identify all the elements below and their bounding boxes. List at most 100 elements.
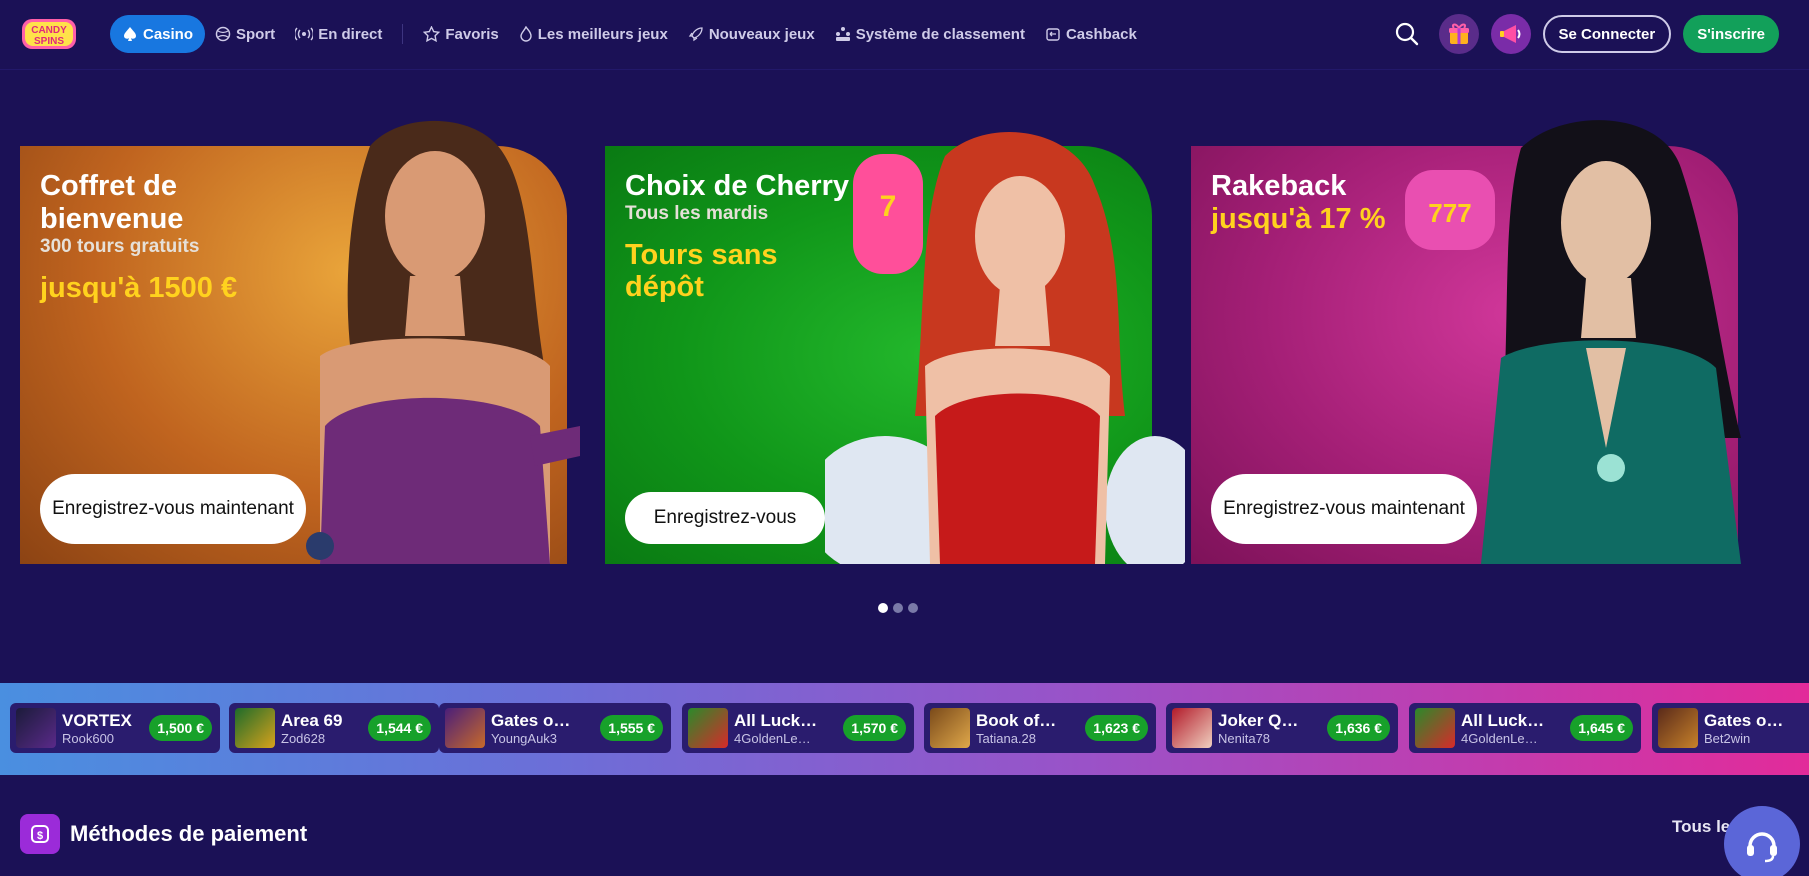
svg-text:$: $ (37, 830, 43, 842)
win-username: Zod628 (281, 730, 326, 746)
top-header: CANDY SPINS Casino Sport En direct Favor… (0, 0, 1809, 70)
banner-title: Coffret de bienvenue (40, 170, 184, 235)
win-card[interactable]: All Lucky …4GoldenLemur 1,645 € (1409, 703, 1641, 753)
win-card[interactable]: Area 69 Zod628 1,544 € (229, 703, 439, 753)
register-now-button[interactable]: Enregistrez-vous maintenant (40, 474, 306, 544)
win-amount: 1,500 € (149, 715, 212, 741)
win-username: 4GoldenLemur (734, 730, 818, 746)
star-icon (423, 26, 441, 42)
nav-top-games-label: Les meilleurs jeux (537, 25, 668, 43)
win-game-name: All Lucky … (734, 710, 818, 730)
recent-wins-ticker: VORTEX Rook600 1,500 € Area 69 Zod628 1,54… (0, 683, 1809, 775)
win-card[interactable]: Book of t… Tatiana.28 1,623 € (924, 703, 1156, 753)
banner-title: Choix de Cherry (625, 170, 849, 202)
nav-cashback-label: Cashback (1065, 25, 1137, 43)
nav-favorites-label: Favoris (445, 25, 499, 43)
win-game-name: Book of t… (976, 710, 1060, 730)
flame-icon (520, 26, 532, 42)
win-username: YoungAuk3 (491, 730, 558, 746)
nav-ranking[interactable]: Système de classement (825, 15, 1035, 53)
rocket-icon (688, 27, 703, 42)
game-thumbnail (1658, 708, 1698, 748)
win-card[interactable]: Gates of … YoungAuk3 1,555 € (439, 703, 671, 753)
game-thumbnail (16, 708, 56, 748)
win-username: Bet2win (1704, 730, 1751, 746)
banner-content: Coffret de bienvenue 300 tours gratuits … (40, 170, 320, 304)
nav-top-games[interactable]: Les meilleurs jeux (509, 15, 678, 53)
main-nav: Casino Sport En direct Favoris Les meill… (110, 14, 1147, 54)
ball-icon (215, 26, 231, 42)
register-button[interactable]: Enregistrez-vous (625, 492, 825, 544)
win-game-name: Gates of … (1704, 710, 1788, 730)
gift-icon (1448, 23, 1469, 44)
carousel-pagination (878, 603, 923, 613)
win-amount: 1,645 € (1570, 715, 1633, 741)
signup-button[interactable]: S'inscrire (1683, 15, 1779, 53)
login-button[interactable]: Se Connecter (1542, 15, 1672, 53)
banner-cherry-choice[interactable]: Choix de Cherry Tous les mardis Tours sa… (605, 132, 1185, 564)
win-game-name: VORTEX (62, 710, 132, 730)
banner-highlight: Tours sans dépôt (625, 239, 778, 303)
svg-text:SPINS: SPINS (34, 36, 64, 47)
spade-icon (124, 27, 136, 41)
game-thumbnail (688, 708, 728, 748)
support-chat-button[interactable] (1724, 806, 1800, 876)
view-all-link[interactable]: Tous le (1672, 817, 1730, 837)
banner-highlight: jusqu'à 1500 € (40, 272, 238, 304)
carousel-dot[interactable] (878, 603, 888, 613)
section-title: Méthodes de paiement (70, 821, 308, 846)
game-thumbnail (930, 708, 970, 748)
banner-subtitle: 300 tours gratuits (40, 236, 200, 257)
search-button[interactable] (1387, 14, 1427, 54)
headset-icon (1747, 832, 1777, 863)
win-username: 4GoldenLemur (1461, 730, 1545, 746)
register-now-button[interactable]: Enregistrez-vous maintenant (1211, 474, 1477, 544)
banner-rakeback[interactable]: Rakeback jusqu'à 17 % 777 Enregistrez-vo… (1191, 120, 1741, 564)
win-card[interactable]: All Lucky …4GoldenLemur 1,570 € (682, 703, 914, 753)
nav-new-games-label: Nouveaux jeux (708, 25, 815, 43)
nav-divider (402, 24, 404, 44)
promo-model-image (825, 132, 1185, 564)
banner-subtitle: Tous les mardis (625, 203, 769, 224)
win-amount: 1,544 € (368, 715, 431, 741)
banner-content: Rakeback jusqu'à 17 % (1211, 170, 1386, 235)
win-game-name: Area 69 (281, 710, 343, 730)
nav-new-games[interactable]: Nouveaux jeux (678, 15, 825, 53)
candy-spins-logo[interactable]: CANDY SPINS (20, 17, 78, 51)
win-game-name: Joker Qu… (1218, 710, 1302, 730)
nav-sport-label: Sport (236, 25, 276, 43)
game-thumbnail (445, 708, 485, 748)
carousel-dot[interactable] (893, 603, 903, 613)
win-amount: 1,570 € (843, 715, 906, 741)
win-game-name: Gates of … (491, 710, 575, 730)
win-card[interactable]: Joker Qu… Nenita78 1,636 € (1166, 703, 1398, 753)
win-username: Nenita78 (1218, 730, 1271, 746)
gift-button[interactable] (1438, 14, 1479, 54)
nav-sport[interactable]: Sport (205, 15, 285, 53)
nav-ranking-label: Système de classement (855, 25, 1025, 43)
win-username: Tatiana.28 (976, 730, 1036, 746)
promo-button[interactable] (1490, 14, 1531, 54)
banner-content: Choix de Cherry Tous les mardis Tours sa… (625, 170, 849, 303)
win-card[interactable]: VORTEX Rook600 1,500 € (10, 703, 220, 753)
nav-live[interactable]: En direct (285, 15, 392, 53)
game-thumbnail (1172, 708, 1212, 748)
header-actions: Se Connecter S'inscrire (1375, 14, 1779, 54)
ranking-icon (835, 27, 850, 41)
nav-favorites[interactable]: Favoris (413, 15, 508, 53)
nav-cashback[interactable]: Cashback (1035, 15, 1147, 53)
svg-text:CANDY: CANDY (31, 25, 67, 36)
broadcast-icon (295, 27, 314, 41)
banner-highlight: jusqu'à 17 % (1211, 203, 1386, 235)
win-card[interactable]: Gates of … Bet2win (1652, 703, 1809, 753)
nav-casino[interactable]: Casino (110, 15, 206, 53)
win-game-name: All Lucky … (1461, 710, 1545, 730)
cashback-icon (1046, 28, 1060, 41)
megaphone-icon (1499, 25, 1521, 43)
banner-welcome[interactable]: Coffret de bienvenue 300 tours gratuits … (20, 120, 580, 564)
nav-live-label: En direct (318, 25, 383, 43)
game-thumbnail (1415, 708, 1455, 748)
carousel-dot[interactable] (908, 603, 918, 613)
payment-icon: $ (20, 814, 60, 854)
win-amount: 1,636 € (1327, 715, 1390, 741)
